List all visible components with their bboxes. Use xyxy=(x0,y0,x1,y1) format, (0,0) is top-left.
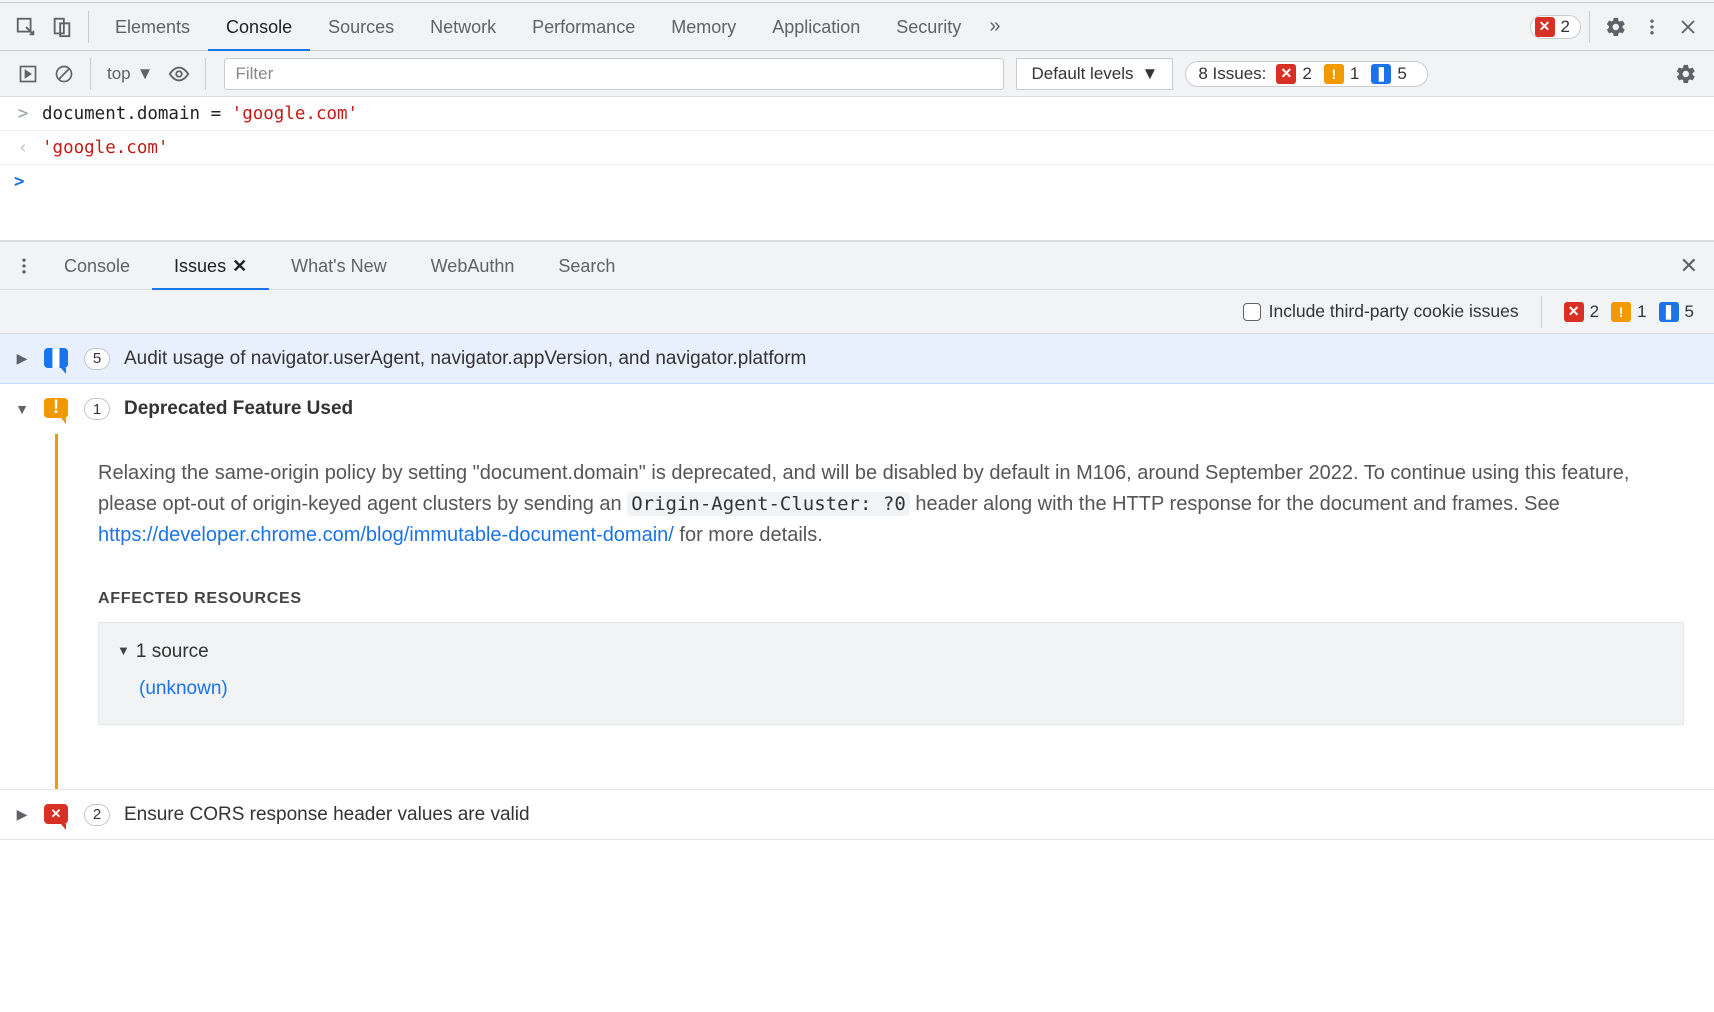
error-icon: ✕ xyxy=(1276,64,1296,84)
return-icon: ‹ xyxy=(14,138,32,158)
include-thirdparty-checkbox[interactable]: Include third-party cookie issues xyxy=(1243,301,1519,322)
issue-count: 5 xyxy=(84,348,110,370)
tab-sources[interactable]: Sources xyxy=(310,3,412,51)
filter-info-count: 5 xyxy=(1685,302,1694,322)
issue-title: Ensure CORS response header values are v… xyxy=(124,804,1702,826)
expand-arrow-icon: ▶ xyxy=(14,806,30,823)
include-thirdparty-label: Include third-party cookie issues xyxy=(1269,301,1519,322)
filter-input[interactable] xyxy=(224,58,1004,90)
tab-network[interactable]: Network xyxy=(412,3,514,51)
chevron-down-icon: ▼ xyxy=(137,64,154,84)
issue-body-deprecated: Relaxing the same-origin policy by setti… xyxy=(0,434,1714,790)
filter-err-count: 2 xyxy=(1590,302,1599,322)
prompt-icon: > xyxy=(14,104,32,124)
issues-chip[interactable]: 8 Issues: ✕ 2 ! 1 ❚ 5 xyxy=(1185,61,1427,87)
issue-code: Origin-Agent-Cluster: ?0 xyxy=(627,492,910,516)
close-tab-icon[interactable]: ✕ xyxy=(232,256,247,276)
log-level-label: Default levels xyxy=(1031,64,1133,84)
drawer-tab-issues[interactable]: Issues ✕ xyxy=(152,242,269,290)
console-return-row: ‹ 'google.com' xyxy=(0,131,1714,165)
kebab-menu-icon[interactable] xyxy=(1638,13,1666,41)
issue-row-cors[interactable]: ▶ ✕ 2 Ensure CORS response header values… xyxy=(0,790,1714,840)
execute-icon[interactable] xyxy=(14,60,42,88)
tab-performance[interactable]: Performance xyxy=(514,3,653,51)
error-icon: ✕ xyxy=(1535,17,1555,37)
more-tabs-chevron-icon[interactable]: » xyxy=(979,15,1010,38)
affected-source-row[interactable]: ▼ 1 source xyxy=(117,637,1665,666)
console-settings-gear-icon[interactable] xyxy=(1672,60,1700,88)
collapse-arrow-icon: ▼ xyxy=(14,401,30,417)
checkbox-icon xyxy=(1243,303,1261,321)
warning-bubble-icon: ! xyxy=(44,398,68,418)
drawer-tab-whatsnew[interactable]: What's New xyxy=(269,242,408,290)
issue-count: 2 xyxy=(84,804,110,826)
issue-count: 1 xyxy=(84,398,110,420)
prompt-icon: > xyxy=(14,172,25,192)
console-expr-value: 'google.com' xyxy=(232,104,358,124)
affected-source-count: 1 source xyxy=(136,637,209,666)
info-bubble-icon: ❚ xyxy=(44,348,68,368)
drawer-tab-issues-label: Issues xyxy=(174,256,226,276)
clear-console-icon[interactable] xyxy=(50,60,78,88)
close-devtools-icon[interactable] xyxy=(1674,13,1702,41)
issues-chip-label: 8 Issues: xyxy=(1198,64,1266,84)
context-label: top xyxy=(107,64,131,84)
info-icon: ❚ xyxy=(1659,302,1679,322)
context-selector[interactable]: top ▼ xyxy=(99,59,161,89)
inspect-icon[interactable] xyxy=(12,13,40,41)
console-expr-prefix: document.domain = xyxy=(42,104,232,124)
drawer-close-icon[interactable]: ✕ xyxy=(1670,253,1708,279)
drawer-tab-console[interactable]: Console xyxy=(42,242,152,290)
device-icon[interactable] xyxy=(48,13,76,41)
top-error-count: 2 xyxy=(1561,17,1570,37)
console-return-value: 'google.com' xyxy=(42,138,168,158)
tab-console[interactable]: Console xyxy=(208,3,310,51)
affected-resources-heading: AFFECTED RESOURCES xyxy=(98,587,1684,612)
issue-description: Relaxing the same-origin policy by setti… xyxy=(98,458,1684,551)
live-expression-eye-icon[interactable] xyxy=(165,60,193,88)
issue-title: Audit usage of navigator.userAgent, navi… xyxy=(124,348,1702,370)
issue-title: Deprecated Feature Used xyxy=(124,398,1702,420)
info-icon: ❚ xyxy=(1371,64,1391,84)
tab-application[interactable]: Application xyxy=(754,3,878,51)
tab-elements[interactable]: Elements xyxy=(97,3,208,51)
issues-info-count: 5 xyxy=(1397,64,1406,84)
issues-counts[interactable]: ✕ 2 ! 1 ❚ 5 xyxy=(1564,302,1702,322)
collapse-arrow-icon: ▼ xyxy=(117,641,130,661)
warning-icon: ! xyxy=(1611,302,1631,322)
expand-arrow-icon: ▶ xyxy=(14,350,30,367)
console-input-row: > document.domain = 'google.com' xyxy=(0,97,1714,131)
settings-gear-icon[interactable] xyxy=(1602,13,1630,41)
issue-row-useragent[interactable]: ▶ ❚ 5 Audit usage of navigator.userAgent… xyxy=(0,334,1714,384)
drawer-tab-search[interactable]: Search xyxy=(536,242,637,290)
chevron-down-icon: ▼ xyxy=(1142,64,1159,84)
warning-icon: ! xyxy=(1324,64,1344,84)
error-icon: ✕ xyxy=(1564,302,1584,322)
issues-warn-count: 1 xyxy=(1350,64,1359,84)
error-bubble-icon: ✕ xyxy=(44,804,68,824)
drawer-tab-webauthn[interactable]: WebAuthn xyxy=(409,242,537,290)
issue-doc-link[interactable]: https://developer.chrome.com/blog/immuta… xyxy=(98,524,674,546)
tab-security[interactable]: Security xyxy=(878,3,979,51)
filter-warn-count: 1 xyxy=(1637,302,1646,322)
issues-err-count: 2 xyxy=(1302,64,1311,84)
drawer-menu-icon[interactable] xyxy=(10,252,38,280)
affected-source-link[interactable]: (unknown) xyxy=(139,674,228,703)
issue-row-deprecated[interactable]: ▼ ! 1 Deprecated Feature Used xyxy=(0,384,1714,434)
top-error-badge[interactable]: ✕ 2 xyxy=(1530,15,1581,39)
tab-memory[interactable]: Memory xyxy=(653,3,754,51)
log-level-selector[interactable]: Default levels ▼ xyxy=(1016,58,1173,90)
console-prompt-row[interactable]: > xyxy=(0,165,1714,199)
